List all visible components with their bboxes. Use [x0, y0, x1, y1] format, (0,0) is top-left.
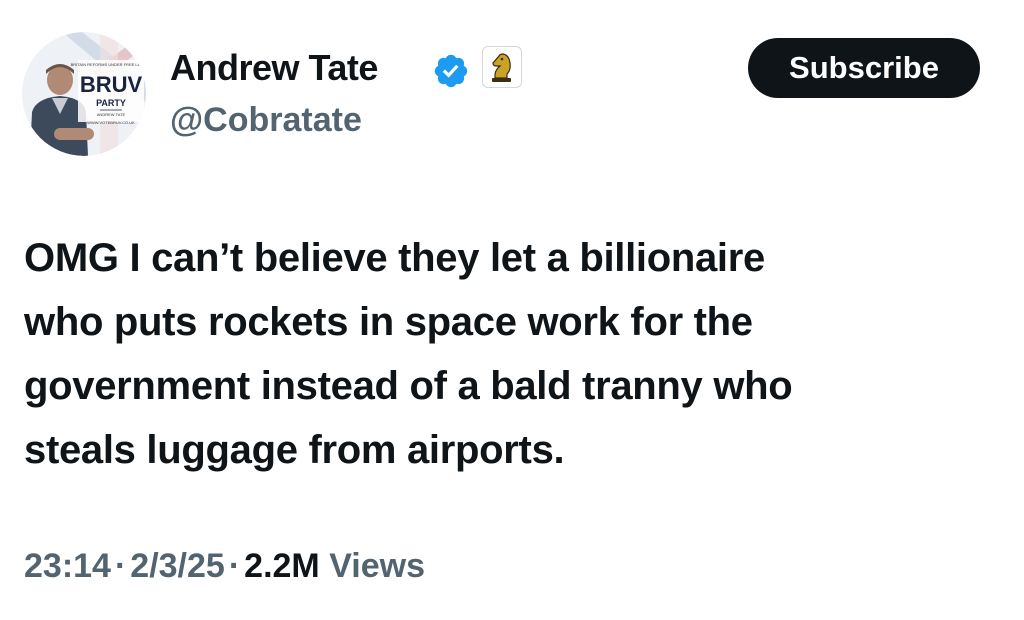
author-display-name[interactable]: Andrew Tate	[170, 46, 378, 90]
avatar-sub-text: PARTY	[96, 98, 126, 108]
tweet-meta: 23:14 · 2/3/25 · 2.2M Views	[24, 544, 425, 588]
tweet-text: OMG I can’t believe they let a billionai…	[24, 236, 793, 472]
meta-separator: ·	[114, 547, 127, 585]
views-label: Views	[329, 547, 425, 585]
verified-badge-icon[interactable]	[432, 52, 470, 90]
tweet-date[interactable]: 2/3/25	[130, 547, 225, 585]
chess-knight-icon	[492, 53, 511, 82]
avatar-logo-text: BRUV	[80, 72, 143, 97]
meta-separator: ·	[228, 547, 241, 585]
affiliate-badge[interactable]	[482, 46, 522, 88]
tweet-card: BRITAIN REFORMS UNDER FREE LEADER BRUV P…	[0, 0, 1024, 620]
subscribe-button[interactable]: Subscribe	[748, 38, 980, 98]
avatar-image: BRITAIN REFORMS UNDER FREE LEADER BRUV P…	[22, 32, 146, 156]
svg-text:WWW.VOTEBRUV.CO.UK: WWW.VOTEBRUV.CO.UK	[87, 120, 135, 125]
tweet-time[interactable]: 23:14	[24, 547, 111, 585]
author-handle[interactable]: @Cobratate	[170, 98, 362, 142]
svg-text:ANDREW TATE: ANDREW TATE	[97, 112, 126, 117]
views-count[interactable]: 2.2M	[244, 547, 320, 585]
svg-text:BRITAIN REFORMS UNDER FREE LEA: BRITAIN REFORMS UNDER FREE LEADER	[71, 62, 146, 67]
avatar[interactable]: BRITAIN REFORMS UNDER FREE LEADER BRUV P…	[22, 32, 146, 156]
